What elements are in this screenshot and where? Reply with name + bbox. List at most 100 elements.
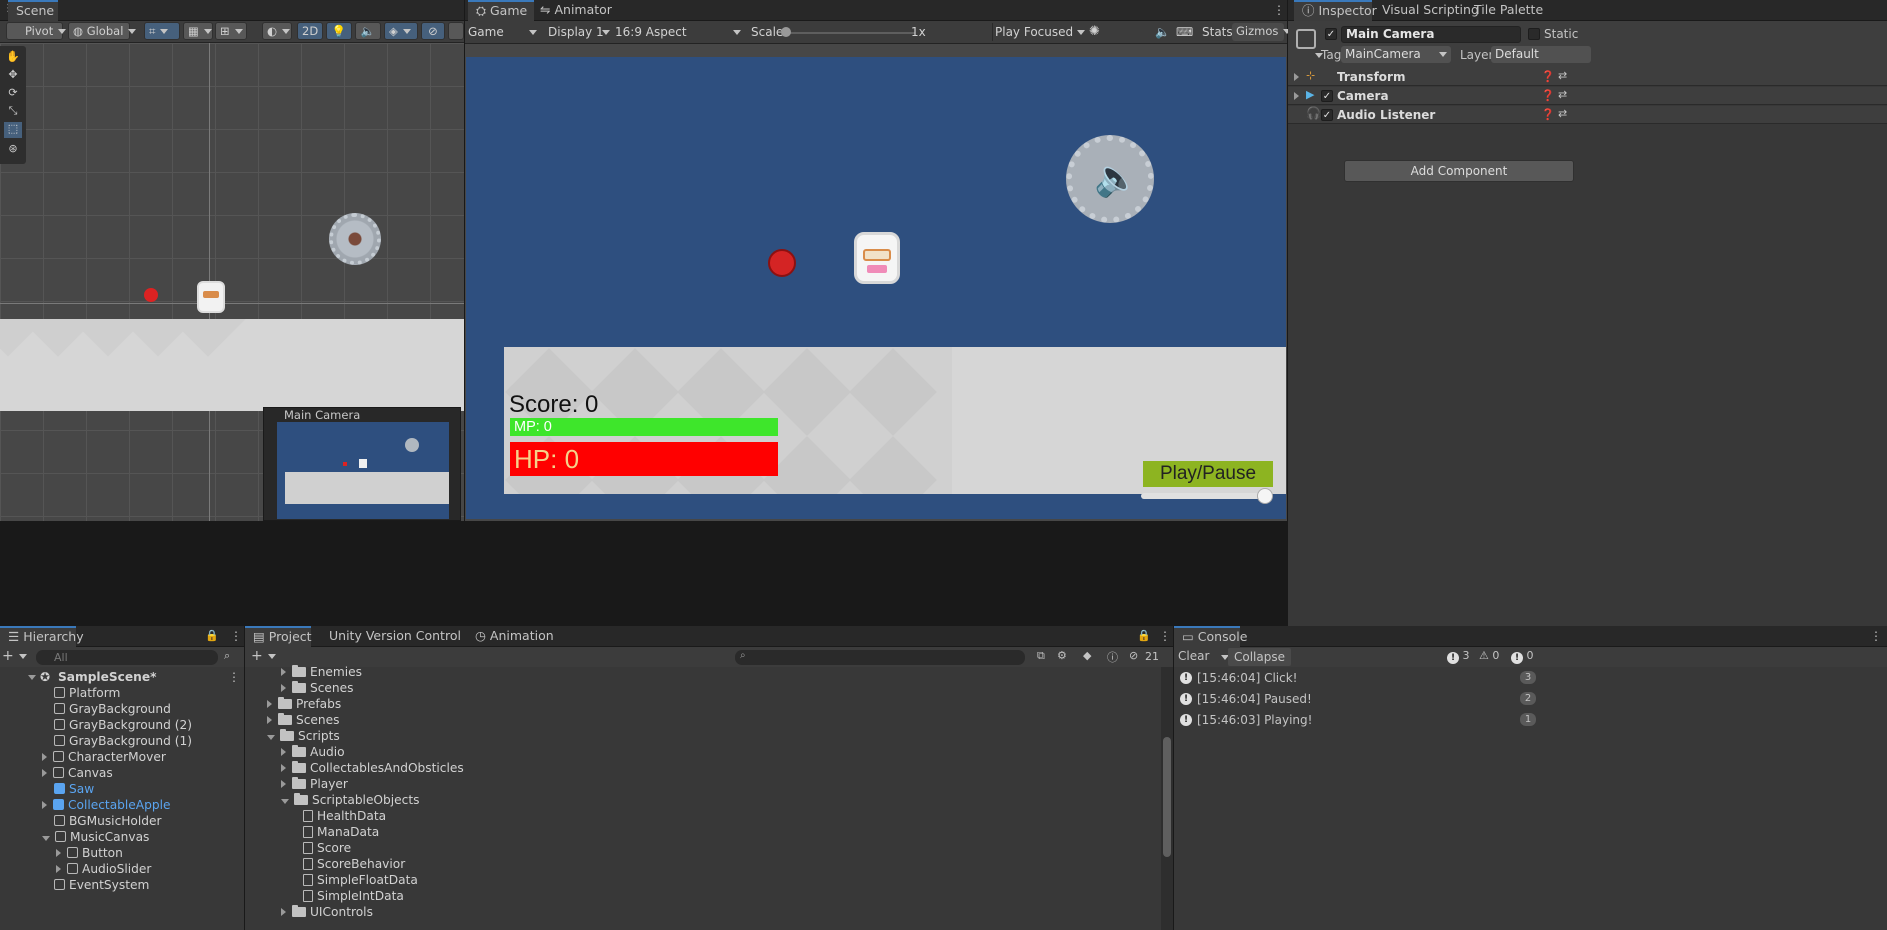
project-tree-item[interactable]: ScriptableObjects xyxy=(281,792,419,808)
shading-mode-button[interactable]: ◐ xyxy=(262,22,292,40)
hierarchy-item[interactable]: Canvas xyxy=(42,765,113,781)
hierarchy-item[interactable]: GrayBackground (1) xyxy=(54,733,192,749)
tab-console[interactable]: ▭ Console xyxy=(1174,626,1247,647)
project-tree-item[interactable]: ManaData xyxy=(303,824,379,840)
add-component-button[interactable]: Add Component xyxy=(1344,160,1574,182)
grid-button[interactable]: ▦ xyxy=(183,22,213,40)
kebab-menu-icon[interactable]: ⋮ xyxy=(1273,3,1285,17)
play-pause-button[interactable]: Play/Pause xyxy=(1143,461,1273,487)
project-tree-item[interactable]: SimpleIntData xyxy=(303,888,404,904)
increment-snap-button[interactable]: ⊞ xyxy=(215,22,247,40)
collapse-arrow-icon[interactable] xyxy=(28,675,36,680)
scale-tool-icon[interactable]: ⤡ xyxy=(4,104,22,118)
hierarchy-item-prefab[interactable]: CollectableApple xyxy=(42,797,171,813)
project-tree-item[interactable]: UIControls xyxy=(281,904,373,920)
volume-slider-track[interactable] xyxy=(1141,493,1271,499)
project-tree-item[interactable]: Audio xyxy=(281,744,345,760)
pivot-dropdown[interactable]: Pivot xyxy=(6,22,67,40)
static-checkbox[interactable] xyxy=(1528,28,1540,40)
search-by-type-icon[interactable]: ⧉ xyxy=(1037,649,1045,663)
tag-icon[interactable]: ◆ xyxy=(1083,649,1091,662)
scale-slider-track[interactable] xyxy=(785,32,915,34)
collapse-arrow-icon[interactable] xyxy=(42,836,50,841)
hierarchy-item-prefab[interactable]: Saw xyxy=(54,781,94,797)
hand-tool-icon[interactable]: ✋ xyxy=(4,50,22,64)
hierarchy-item[interactable]: AudioSlider xyxy=(56,861,151,877)
aspect-dropdown[interactable]: 16:9 Aspect xyxy=(615,23,745,41)
project-tree-item[interactable]: Scenes xyxy=(267,712,340,728)
kebab-menu-icon[interactable]: ⋮ xyxy=(230,629,242,643)
expand-arrow-icon[interactable] xyxy=(56,849,61,857)
keyboard-icon[interactable]: ⌨ xyxy=(1176,23,1193,41)
expand-arrow-icon[interactable] xyxy=(281,764,286,772)
expand-arrow-icon[interactable] xyxy=(281,780,286,788)
hierarchy-item[interactable]: GrayBackground (2) xyxy=(54,717,192,733)
expand-arrow-icon[interactable] xyxy=(1294,92,1299,100)
project-scrollbar-thumb[interactable] xyxy=(1163,737,1171,857)
lock-icon[interactable]: 🔒 xyxy=(205,629,219,642)
collapse-arrow-icon[interactable] xyxy=(281,799,289,804)
hierarchy-search-input[interactable]: All xyxy=(36,650,218,665)
help-icon[interactable]: ❓ xyxy=(1541,108,1555,121)
project-tree-item[interactable]: Score xyxy=(303,840,351,856)
expand-arrow-icon[interactable] xyxy=(281,748,286,756)
scene-apple-sprite[interactable] xyxy=(144,288,158,302)
layer-dropdown[interactable]: Default xyxy=(1491,46,1591,63)
expand-arrow-icon[interactable] xyxy=(42,753,47,761)
display-mode-dropdown[interactable]: Game xyxy=(468,23,541,41)
expand-arrow-icon[interactable] xyxy=(42,769,47,777)
component-audio-listener[interactable]: 🎧 ✓ Audio Listener ❓ ⇄ xyxy=(1288,106,1887,124)
tab-tile-palette[interactable]: Tile Palette xyxy=(1466,0,1551,21)
play-mode-dropdown[interactable]: Play Focused xyxy=(995,23,1085,41)
scene-platform[interactable] xyxy=(0,319,464,411)
hierarchy-item[interactable]: GrayBackground xyxy=(54,701,171,717)
info-count-badge[interactable]: ! 3 xyxy=(1447,649,1470,664)
project-tree-item[interactable]: Enemies xyxy=(281,664,362,680)
bug-icon[interactable]: ✺ xyxy=(1089,23,1100,41)
settings-icon[interactable]: ⇄ xyxy=(1558,88,1567,101)
hierarchy-item[interactable]: BGMusicHolder xyxy=(54,813,162,829)
project-tree-item[interactable]: Scripts xyxy=(267,728,340,744)
expand-arrow-icon[interactable] xyxy=(1294,73,1299,81)
rect-tool-icon[interactable]: ⬚ xyxy=(4,122,22,138)
move-tool-icon[interactable]: ✥ xyxy=(4,68,22,82)
tab-scene[interactable]: Scene xyxy=(8,0,58,21)
error-count-badge[interactable]: ! 0 xyxy=(1511,649,1534,664)
warning-count-badge[interactable]: ⚠ 0 xyxy=(1479,649,1499,662)
audio-listener-checkbox[interactable]: ✓ xyxy=(1321,109,1333,121)
project-scrollbar[interactable] xyxy=(1161,667,1173,930)
project-tree-item[interactable]: SimpleFloatData xyxy=(303,872,418,888)
collapse-button[interactable]: Collapse xyxy=(1228,648,1291,666)
tag-dropdown[interactable]: MainCamera xyxy=(1341,46,1451,63)
kebab-menu-icon[interactable]: ⋮ xyxy=(1159,629,1171,643)
scene-viewport[interactable]: ✋ ✥ ⟳ ⤡ ⬚ ⊛ Main Camera xyxy=(0,43,464,521)
visibility-toggle[interactable]: ⊘ xyxy=(421,22,445,40)
snap-button[interactable]: ⌗ xyxy=(144,22,180,40)
project-tree-item[interactable]: HealthData xyxy=(303,808,386,824)
scene-root-row[interactable]: ✪ SampleScene* ⋮ xyxy=(0,669,244,685)
scene-saw-sprite[interactable] xyxy=(329,213,381,265)
hidden-packages-icon[interactable]: ⊘ xyxy=(1129,649,1138,662)
display-dropdown[interactable]: Display 1 xyxy=(548,23,610,41)
collapse-arrow-icon[interactable] xyxy=(267,735,275,740)
transform-tool-icon[interactable]: ⊛ xyxy=(4,142,22,156)
stats-button[interactable]: Stats xyxy=(1202,23,1233,41)
kebab-menu-icon[interactable]: ⋮ xyxy=(1870,629,1882,643)
project-tree-item[interactable]: ScoreBehavior xyxy=(303,856,405,872)
settings-icon[interactable]: ⇄ xyxy=(1558,107,1567,120)
scale-slider-thumb[interactable] xyxy=(781,27,791,37)
tab-project[interactable]: ▤ Project xyxy=(245,626,312,647)
lighting-toggle[interactable]: 💡 xyxy=(326,22,352,40)
expand-arrow-icon[interactable] xyxy=(281,684,286,692)
tab-animation[interactable]: ◷ Animation xyxy=(467,626,562,647)
project-tree-item[interactable]: CollectablesAndObsticles xyxy=(281,760,464,776)
hierarchy-item[interactable]: EventSystem xyxy=(54,877,149,893)
search-by-label-icon[interactable]: ⚙ xyxy=(1057,649,1067,662)
project-tree-item[interactable]: Prefabs xyxy=(267,696,341,712)
add-object-button[interactable]: + xyxy=(2,648,27,664)
tab-version-control[interactable]: Unity Version Control xyxy=(321,626,469,647)
effects-toggle[interactable]: ◈ xyxy=(384,22,418,40)
hierarchy-item[interactable]: Platform xyxy=(54,685,120,701)
tab-animator[interactable]: ⇋ Animator xyxy=(532,0,620,21)
mute-audio-icon[interactable]: 🔈 xyxy=(1155,23,1170,41)
